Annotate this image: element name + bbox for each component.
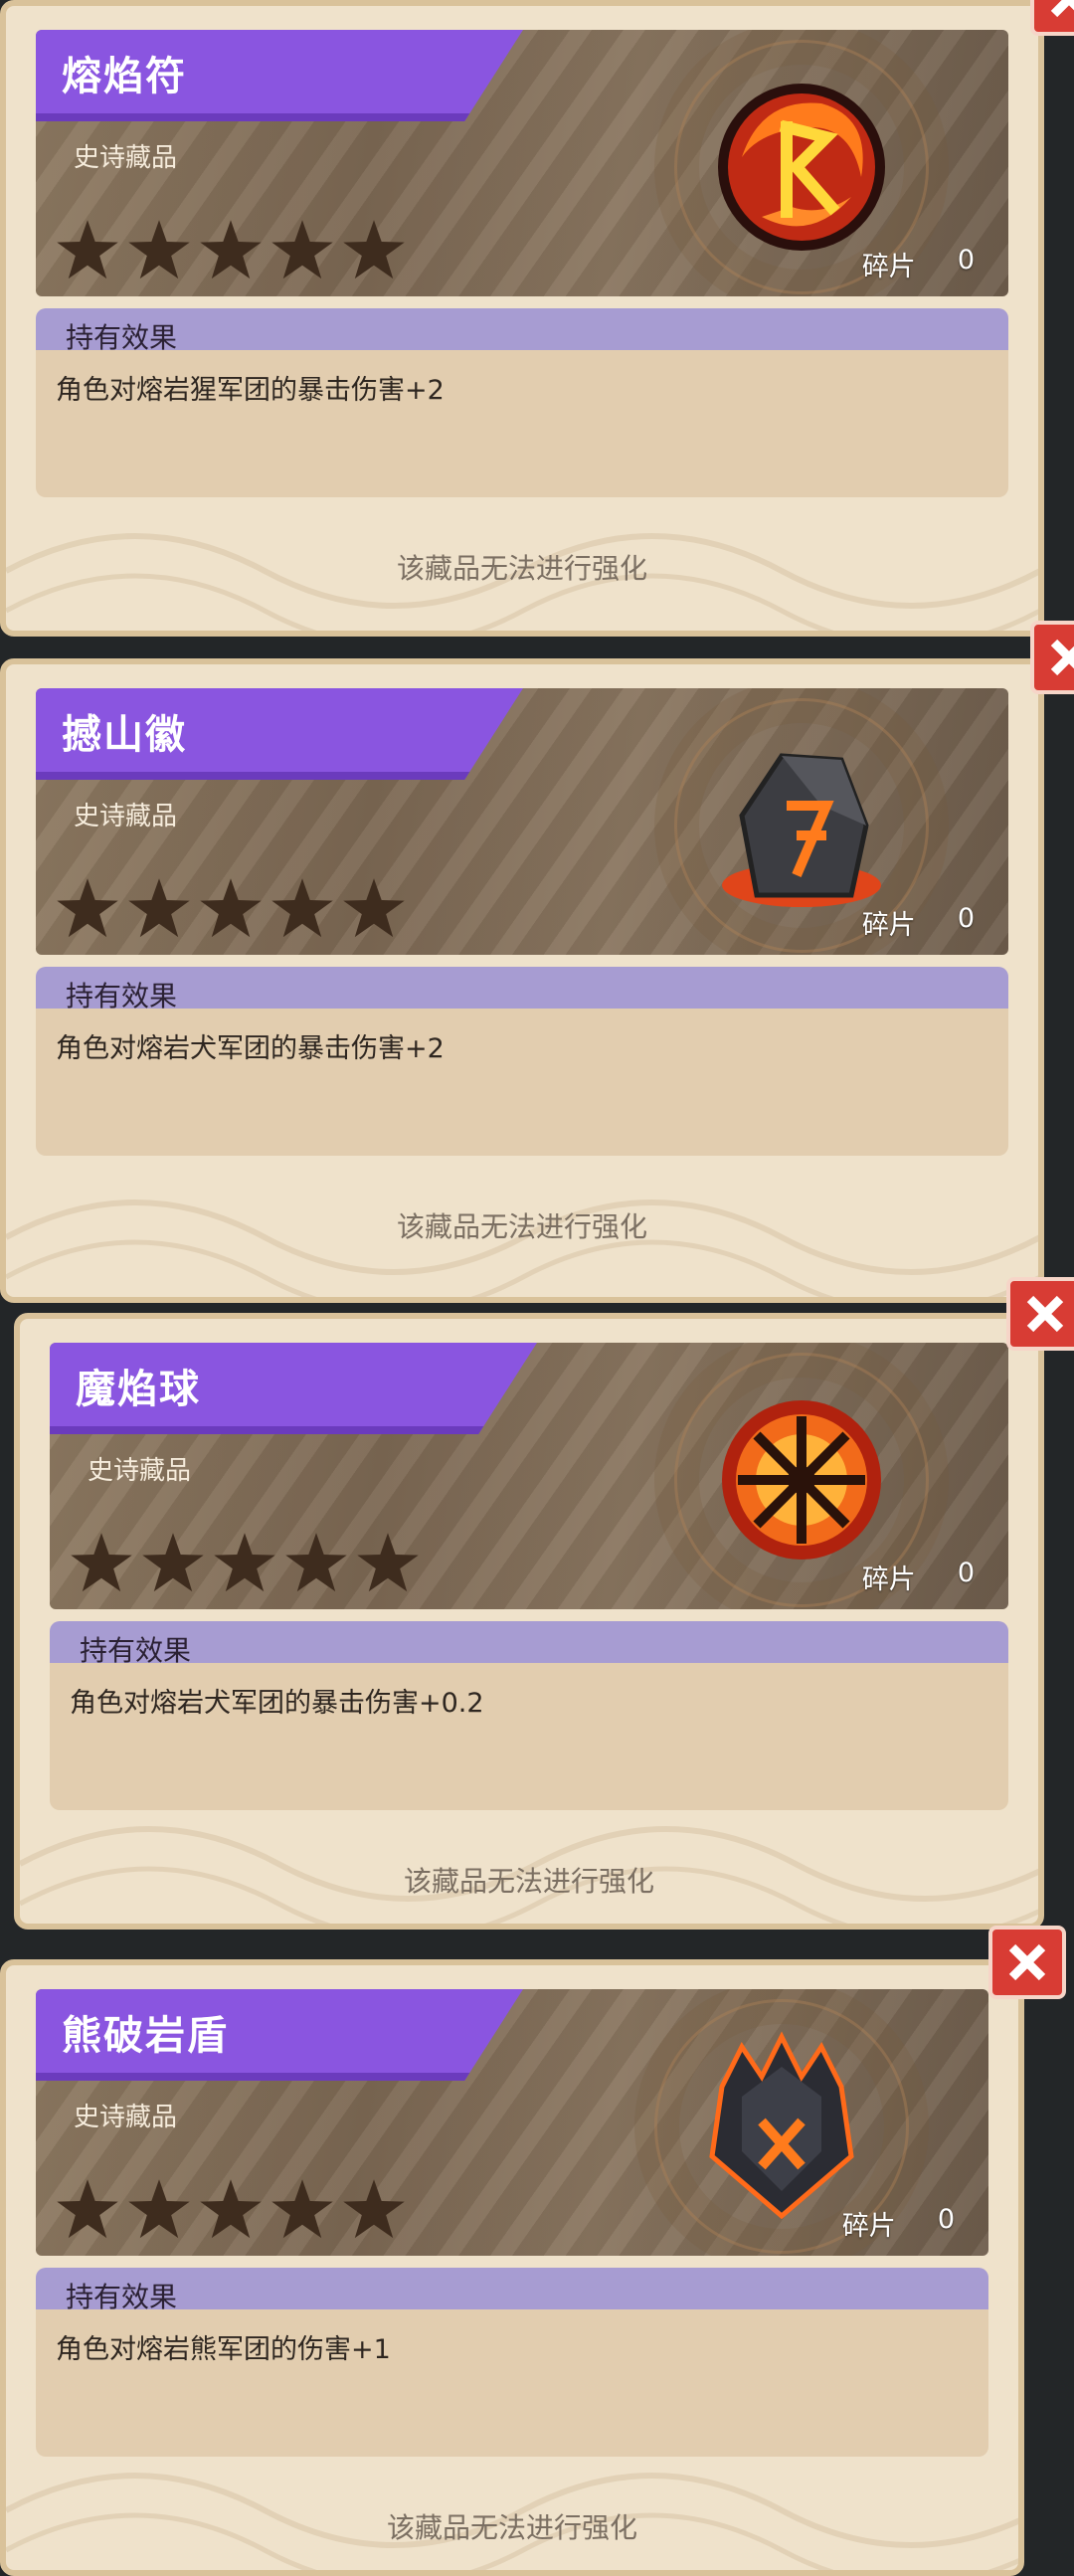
rock-emblem-icon [722, 753, 881, 907]
effect-box: 角色对熔岩猩军团的暴击伤害+2 [36, 350, 1008, 497]
card-header-panel: 熔焰符 史诗藏品 碎片 0 [36, 30, 1008, 296]
collectible-card-3: 魔焰球 史诗藏品 碎片 0 持有效果 角色对熔岩犬军团的暴击伤害+0.2 该藏品… [14, 1313, 1044, 1930]
star-icon [200, 220, 262, 279]
fragment-counter: 碎片 0 [842, 2204, 955, 2243]
fragment-counter: 碎片 0 [862, 245, 975, 283]
fragment-count: 0 [957, 1558, 975, 1588]
close-button[interactable] [988, 1926, 1066, 1999]
close-icon [1026, 1295, 1064, 1333]
close-icon [1008, 1943, 1046, 1981]
close-icon [1050, 639, 1074, 676]
star-icon [128, 878, 190, 938]
fragment-label: 碎片 [841, 2211, 896, 2242]
item-title: 撼山徽 [62, 712, 187, 758]
rarity-label: 史诗藏品 [74, 802, 178, 831]
upgrade-note: 该藏品无法进行强化 [396, 1210, 647, 1243]
star-icon [200, 2179, 262, 2239]
fragment-count: 0 [957, 903, 975, 934]
fragment-label: 碎片 [861, 1564, 916, 1595]
effect-box: 角色对熔岩犬军团的暴击伤害+2 [36, 1009, 1008, 1156]
flame-orb-icon [722, 1400, 881, 1560]
star-rating [56, 2178, 406, 2242]
spiked-shield-icon [709, 2031, 854, 2220]
fragment-label: 碎片 [861, 910, 916, 941]
effect-text: 角色对熔岩猩军团的暴击伤害+2 [56, 375, 445, 406]
item-title: 魔焰球 [76, 1367, 201, 1412]
star-icon [271, 2179, 333, 2239]
rarity-label: 史诗藏品 [88, 1456, 192, 1486]
collectible-card-1: 熔焰符 史诗藏品 碎片 0 持有效果 角色对熔岩猩军团的暴击伤害+2 该藏品无法… [0, 0, 1044, 637]
star-icon [57, 2179, 118, 2239]
star-icon [357, 1533, 419, 1592]
star-icon [285, 1533, 347, 1592]
rarity-label: 史诗藏品 [74, 143, 178, 173]
effect-text: 角色对熔岩犬军团的暴击伤害+0.2 [70, 1688, 484, 1719]
collectible-card-2: 撼山徽 史诗藏品 碎片 0 持有效果 角色对熔岩犬军团的暴击伤害+2 该藏品无法… [0, 658, 1044, 1303]
star-icon [57, 220, 118, 279]
star-rating [56, 219, 406, 282]
card-header-panel: 熊破岩盾 史诗藏品 碎片 0 [36, 1989, 988, 2256]
upgrade-note: 该藏品无法进行强化 [403, 1865, 654, 1898]
rarity-label: 史诗藏品 [74, 2103, 178, 2132]
star-icon [71, 1533, 132, 1592]
star-icon [200, 878, 262, 938]
fire-rune-icon [718, 84, 885, 251]
close-button[interactable] [1030, 0, 1074, 36]
star-icon [142, 1533, 204, 1592]
star-icon [271, 878, 333, 938]
star-icon [271, 220, 333, 279]
card-header-panel: 撼山徽 史诗藏品 碎片 0 [36, 688, 1008, 955]
fragment-count: 0 [937, 2204, 955, 2235]
star-icon [128, 2179, 190, 2239]
fragment-label: 碎片 [861, 252, 916, 282]
fragment-counter: 碎片 0 [862, 1558, 975, 1596]
star-icon [214, 1533, 275, 1592]
item-title: 熔焰符 [62, 54, 187, 99]
star-icon [343, 2179, 405, 2239]
star-rating [70, 1532, 420, 1595]
star-icon [128, 220, 190, 279]
collectible-card-4: 熊破岩盾 史诗藏品 碎片 0 持有效果 角色对熔岩熊军团的伤害+1 该藏品无法进… [0, 1959, 1024, 2576]
close-icon [1050, 0, 1074, 18]
effect-text: 角色对熔岩犬军团的暴击伤害+2 [56, 1033, 445, 1064]
star-icon [343, 878, 405, 938]
star-icon [343, 220, 405, 279]
upgrade-note: 该藏品无法进行强化 [396, 552, 647, 585]
item-title: 熊破岩盾 [62, 2013, 229, 2059]
effect-box: 角色对熔岩犬军团的暴击伤害+0.2 [50, 1663, 1008, 1810]
card-header-panel: 魔焰球 史诗藏品 碎片 0 [50, 1343, 1008, 1609]
star-rating [56, 877, 406, 941]
upgrade-note: 该藏品无法进行强化 [386, 2511, 637, 2544]
star-icon [57, 878, 118, 938]
close-button[interactable] [1030, 621, 1074, 694]
fragment-count: 0 [957, 245, 975, 276]
effect-box: 角色对熔岩熊军团的伤害+1 [36, 2309, 988, 2457]
fragment-counter: 碎片 0 [862, 903, 975, 942]
close-button[interactable] [1006, 1277, 1074, 1351]
effect-text: 角色对熔岩熊军团的伤害+1 [56, 2334, 391, 2365]
